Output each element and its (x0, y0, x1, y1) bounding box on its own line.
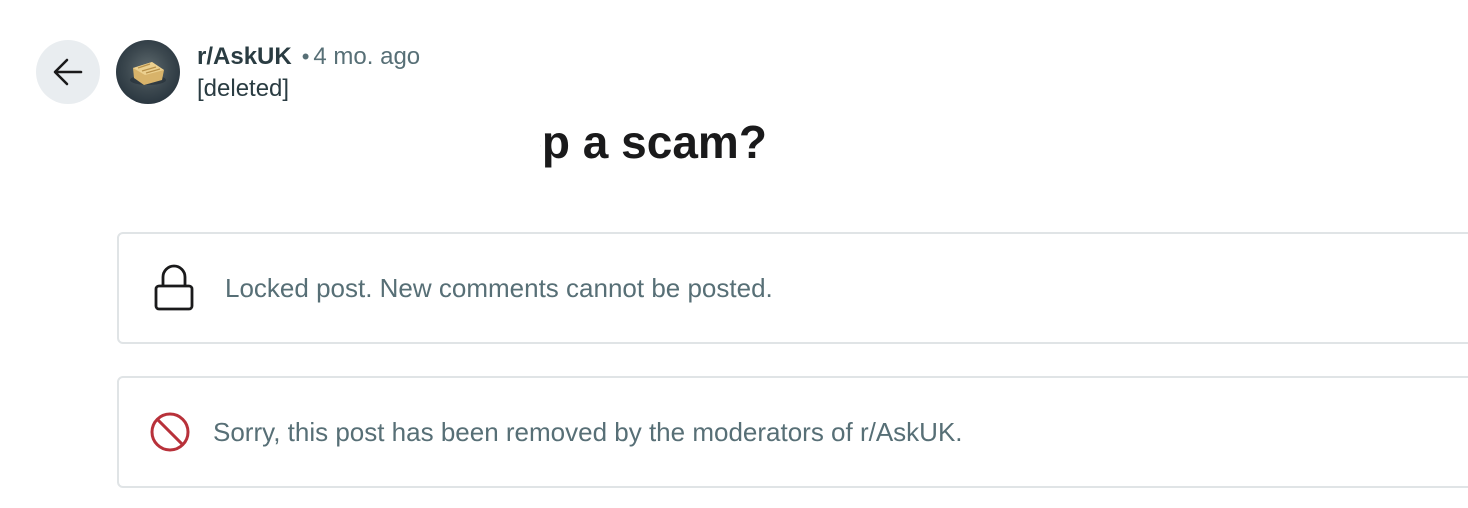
back-button[interactable] (36, 40, 100, 104)
post-meta-line: r/AskUK • 4 mo. ago (197, 42, 420, 72)
subreddit-avatar[interactable] (116, 40, 180, 104)
subreddit-avatar-image (130, 62, 166, 85)
post-time: 4 mo. ago (313, 43, 421, 70)
removed-post-notice: Sorry, this post has been removed by the… (117, 376, 1468, 488)
arrow-left-icon (53, 58, 83, 86)
post-author: [deleted] (197, 75, 290, 102)
prohibited-icon (149, 411, 191, 453)
locked-post-notice: Locked post. New comments cannot be post… (117, 232, 1468, 344)
post-meta: r/AskUK • 4 mo. ago [deleted] (197, 42, 420, 104)
lock-icon (153, 264, 195, 312)
subreddit-link[interactable]: r/AskUK (197, 42, 292, 72)
meta-separator: • (301, 44, 310, 69)
redaction-scribble (100, 118, 540, 182)
post-page: r/AskUK • 4 mo. ago [deleted] Is this ha… (0, 0, 1468, 508)
removed-notice-text: Sorry, this post has been removed by the… (213, 416, 963, 447)
locked-notice-text: Locked post. New comments cannot be post… (225, 272, 773, 303)
